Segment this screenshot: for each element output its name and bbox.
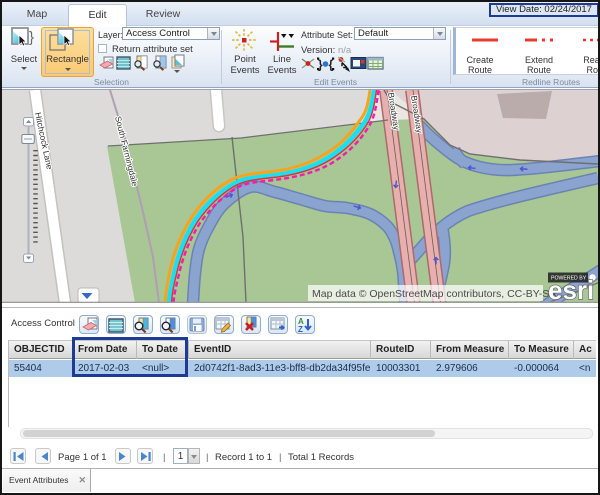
svg-text:Map data © OpenStreetMap contr: Map data © OpenStreetMap contributors, C…: [312, 288, 556, 300]
svg-text:esri: esri: [548, 275, 594, 303]
svg-text:}: }: [29, 29, 34, 46]
svg-text:Z: Z: [298, 325, 303, 334]
